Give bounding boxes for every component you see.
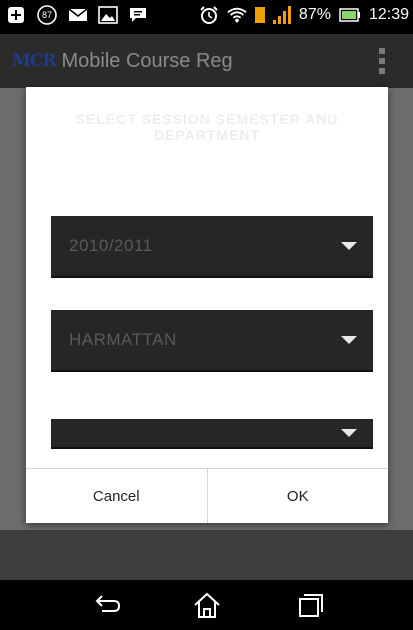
notification-badge-icon: 87	[36, 5, 58, 25]
ok-button[interactable]: OK	[206, 469, 388, 523]
dialog-button-bar: Cancel OK	[26, 468, 388, 523]
signal-icon	[272, 5, 291, 25]
session-spinner[interactable]: 2010/2011	[51, 216, 373, 278]
chevron-down-icon	[341, 336, 357, 344]
chevron-down-icon	[341, 429, 357, 437]
image-icon	[98, 5, 118, 25]
action-bar: MCR Mobile Course Reg	[0, 34, 413, 88]
dialog-title: SELECT SESSION SEMESTER AND DEPARTMENT	[26, 111, 388, 143]
session-value: 2010/2011	[69, 236, 153, 255]
sim-icon	[254, 5, 265, 25]
overflow-menu-icon[interactable]	[379, 48, 385, 74]
dialog-title-line1: SELECT SESSION SEMESTER AND	[75, 111, 339, 127]
chat-icon	[128, 5, 148, 25]
app-logo: MCR	[12, 51, 56, 71]
chevron-down-icon	[341, 242, 357, 250]
mail-icon	[68, 5, 88, 25]
content-bottom-strip	[0, 530, 413, 580]
navigation-bar	[0, 580, 413, 630]
plus-icon	[6, 5, 26, 25]
alarm-icon	[199, 5, 219, 25]
app-title: Mobile Course Reg	[61, 49, 233, 72]
recent-apps-icon[interactable]	[296, 591, 326, 619]
dialog-title-line2: DEPARTMENT	[153, 127, 261, 143]
battery-percent: 87%	[298, 6, 331, 23]
home-icon[interactable]	[192, 591, 222, 619]
back-icon[interactable]	[92, 591, 122, 619]
department-spinner[interactable]	[51, 419, 373, 449]
semester-spinner[interactable]: HARMATTAN	[51, 310, 373, 372]
notification-count: 87	[41, 10, 52, 20]
status-bar: 87 87% 12:39	[0, 0, 413, 34]
wifi-icon	[227, 5, 247, 25]
cancel-button[interactable]: Cancel	[26, 469, 207, 523]
select-dialog: SELECT SESSION SEMESTER AND DEPARTMENT 2…	[26, 87, 388, 523]
battery-icon	[339, 5, 361, 25]
semester-value: HARMATTAN	[69, 330, 177, 349]
clock: 12:39	[368, 6, 409, 23]
